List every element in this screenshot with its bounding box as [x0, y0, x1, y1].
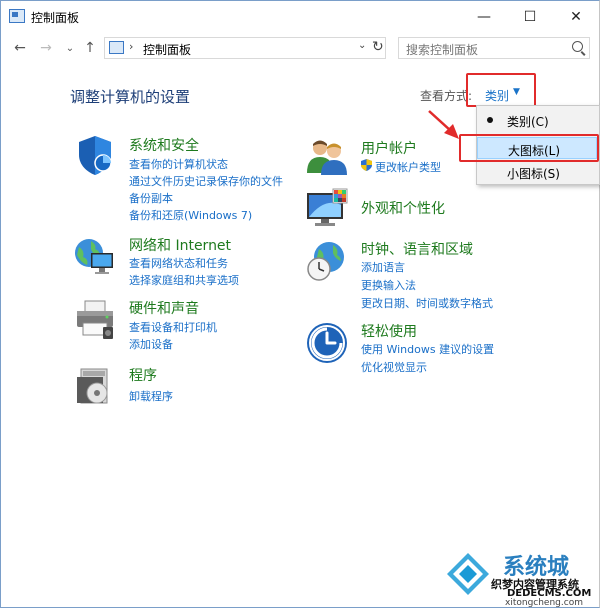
link-backup-restore[interactable]: 备份和还原(Windows 7)	[129, 207, 252, 223]
category-hardware-sound[interactable]: 硬件和声音	[129, 298, 199, 318]
link-backup-copy[interactable]: 备份副本	[129, 190, 173, 206]
refresh-icon[interactable]: ↻	[372, 39, 384, 55]
ease-of-access-icon[interactable]	[305, 321, 349, 365]
link-add-language[interactable]: 添加语言	[361, 259, 405, 275]
category-system-security[interactable]: 系统和安全	[129, 135, 199, 155]
link-add-device[interactable]: 添加设备	[129, 336, 173, 352]
address-dropdown-icon[interactable]: ⌄	[358, 40, 366, 51]
maximize-button[interactable]: ☐	[507, 1, 553, 33]
menu-item-small-icons[interactable]: 小图标(S)	[477, 161, 597, 183]
forward-arrow-icon[interactable]: →	[35, 37, 57, 59]
close-button[interactable]: ✕	[553, 1, 599, 33]
watermark: 系统城 织梦内容管理系统 DEDECMS.COM xitongcheng.com	[441, 541, 600, 609]
page-title: 调整计算机的设置	[70, 88, 191, 106]
printer-icon[interactable]	[73, 297, 117, 341]
category-ease-of-access[interactable]: 轻松使用	[361, 321, 417, 341]
minimize-button[interactable]: —	[461, 1, 507, 33]
breadcrumb-chevron-icon[interactable]: ›	[129, 40, 133, 53]
link-optimize-visual-display[interactable]: 优化视觉显示	[361, 359, 427, 375]
link-change-date-time-format[interactable]: 更改日期、时间或数字格式	[361, 295, 493, 311]
watermark-line3: xitongcheng.com	[505, 598, 583, 608]
annotation-box-view-by	[466, 73, 536, 107]
control-panel-icon	[9, 9, 25, 23]
category-user-accounts[interactable]: 用户帐户	[361, 138, 417, 158]
navigation-bar: ← → ⌄ ↑ › 控制面板 ⌄ ↻ 搜索控制面板	[1, 35, 599, 63]
link-view-computer-status[interactable]: 查看你的计算机状态	[129, 156, 228, 172]
user-accounts-icon[interactable]	[305, 135, 349, 179]
category-network-internet[interactable]: 网络和 Internet	[129, 235, 231, 255]
view-by-label: 查看方式:	[420, 89, 473, 103]
window-title: 控制面板	[31, 11, 80, 25]
control-panel-window: 控制面板 — ☐ ✕ ← → ⌄ ↑ › 控制面板 ⌄ ↻ 搜索控制面板 调整计…	[0, 0, 600, 608]
category-clock-language-region[interactable]: 时钟、语言和区域	[361, 239, 473, 259]
link-change-account-type[interactable]: 更改帐户类型	[375, 159, 441, 175]
title-bar: 控制面板 — ☐ ✕	[1, 1, 599, 33]
search-input[interactable]: 搜索控制面板	[406, 41, 478, 58]
search-box[interactable]: 搜索控制面板	[398, 37, 590, 59]
clock-globe-icon[interactable]	[305, 239, 349, 283]
address-bar[interactable]: › 控制面板 ⌄ ↻	[104, 37, 386, 59]
uac-shield-icon	[361, 159, 372, 171]
watermark-logo-icon	[447, 553, 489, 595]
link-file-history[interactable]: 通过文件历史记录保存你的文件	[129, 173, 283, 189]
search-icon[interactable]	[572, 41, 583, 52]
link-network-status[interactable]: 查看网络状态和任务	[129, 255, 228, 271]
category-appearance-personalization[interactable]: 外观和个性化	[361, 198, 445, 218]
link-homegroup-sharing[interactable]: 选择家庭组和共享选项	[129, 272, 239, 288]
recent-locations-icon[interactable]: ⌄	[59, 37, 81, 59]
link-change-input-method[interactable]: 更换输入法	[361, 277, 416, 293]
link-windows-recommended-settings[interactable]: 使用 Windows 建议的设置	[361, 341, 494, 357]
breadcrumb-control-panel[interactable]: 控制面板	[143, 41, 191, 58]
shield-icon[interactable]	[73, 133, 117, 177]
network-globe-icon[interactable]	[73, 235, 117, 279]
appearance-monitor-icon[interactable]	[305, 187, 349, 231]
control-panel-icon	[109, 41, 124, 54]
category-programs[interactable]: 程序	[129, 365, 157, 385]
link-devices-printers[interactable]: 查看设备和打印机	[129, 319, 217, 335]
programs-icon[interactable]	[73, 363, 117, 407]
annotation-box-large-icons	[459, 134, 599, 162]
up-arrow-icon[interactable]: ↑	[79, 37, 101, 59]
back-arrow-icon[interactable]: ←	[9, 37, 31, 59]
selected-dot-icon	[487, 117, 493, 123]
link-uninstall-program[interactable]: 卸载程序	[129, 388, 173, 404]
menu-item-category[interactable]: 类别(C)	[477, 109, 597, 131]
